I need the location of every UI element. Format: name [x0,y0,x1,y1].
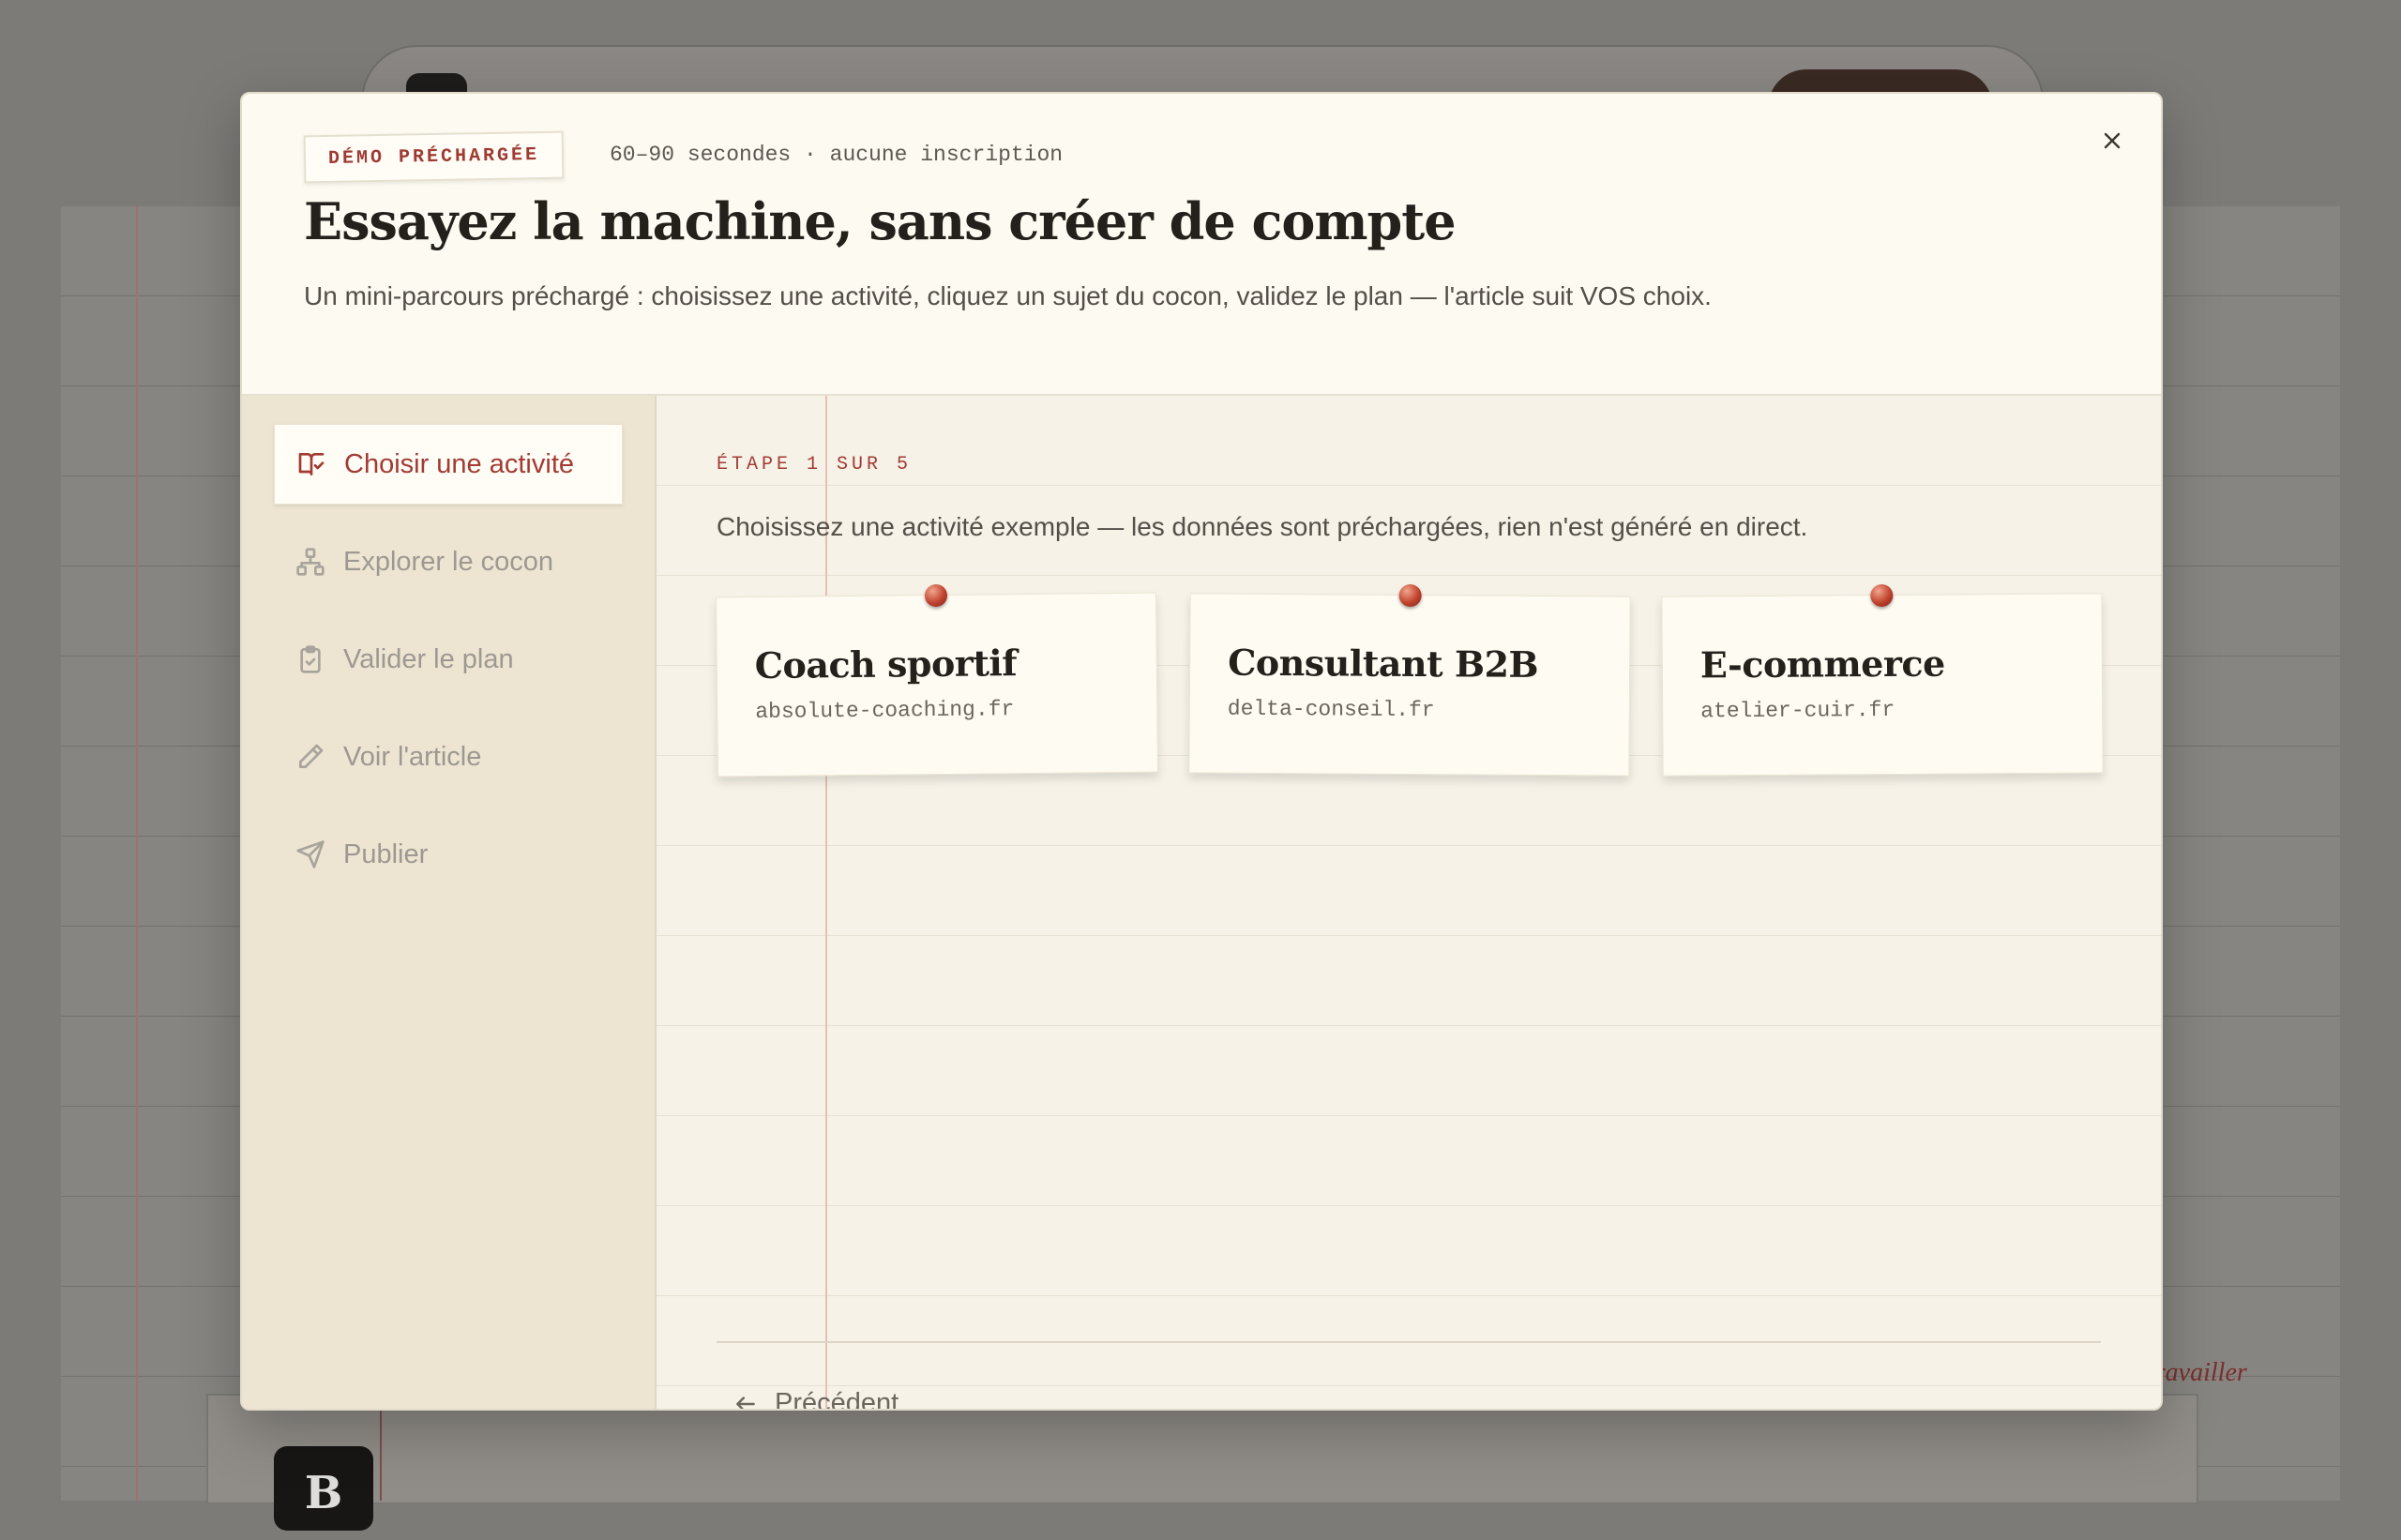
previous-button[interactable]: Précédent [733,1388,899,1411]
step-counter: ÉTAPE 1 SUR 5 [717,454,913,476]
paper-margin-line [825,396,827,1409]
activity-card-consultant[interactable]: Consultant B2B delta-conseil.fr [1188,583,1631,777]
book-check-icon [295,448,327,480]
step-label: Choisir une activité [344,448,574,479]
demo-modal: DÉMO PRÉCHARGÉE 60–90 secondes · aucune … [240,92,2163,1411]
pin-icon [1870,583,1894,608]
pin-icon [924,583,948,608]
demo-meta: 60–90 secondes · aucune inscription [610,143,1064,167]
send-icon [294,838,326,870]
steps-sidebar: Choisir une activité Explorer le cocon V… [242,396,657,1409]
footer-divider [717,1341,2101,1343]
card-domain: atelier-cuir.fr [1700,697,1895,724]
previous-label: Précédent [775,1388,899,1411]
background-margin-line [136,206,138,1501]
step-validate-plan[interactable]: Valider le plan [274,619,623,700]
step-label: Valider le plan [343,643,514,674]
activity-card-ecommerce[interactable]: E-commerce atelier-cuir.fr [1661,583,2104,777]
step-explore-cocoon[interactable]: Explorer le cocon [274,521,623,602]
card-title: E-commerce [1699,642,1945,687]
card-title: Coach sportif [754,642,1018,687]
modal-header: DÉMO PRÉCHARGÉE 60–90 secondes · aucune … [242,94,2161,396]
demo-badge: DÉMO PRÉCHARGÉE [303,130,565,184]
step-choose-activity[interactable]: Choisir une activité [274,424,623,505]
card-domain: delta-conseil.fr [1227,696,1435,723]
step-intro: Choisissez une activité exemple — les do… [717,512,1808,541]
network-icon [294,546,326,578]
card-title: Consultant B2B [1228,641,1539,686]
modal-title: Essayez la machine, sans créer de compte [304,191,1457,251]
pin-icon [1398,583,1422,608]
step-publish[interactable]: Publier [274,814,623,895]
activity-card-coach[interactable]: Coach sportif absolute-coaching.fr [716,583,1158,778]
clipboard-check-icon [294,643,326,675]
step-label: Explorer le cocon [343,546,554,577]
main-panel: ÉTAPE 1 SUR 5 Choisissez une activité ex… [657,396,2161,1409]
modal-subtitle: Un mini-parcours préchargé : choisissez … [304,281,1712,310]
close-icon [2104,132,2121,149]
card-domain: absolute-coaching.fr [755,697,1015,725]
step-view-article[interactable]: Voir l'article [274,717,623,797]
background-card-logo: B [274,1446,373,1531]
step-label: Publier [343,838,429,869]
step-label: Voir l'article [343,741,482,772]
close-button[interactable] [2093,122,2131,159]
pencil-icon [294,741,326,773]
arrow-left-icon [736,1396,755,1409]
